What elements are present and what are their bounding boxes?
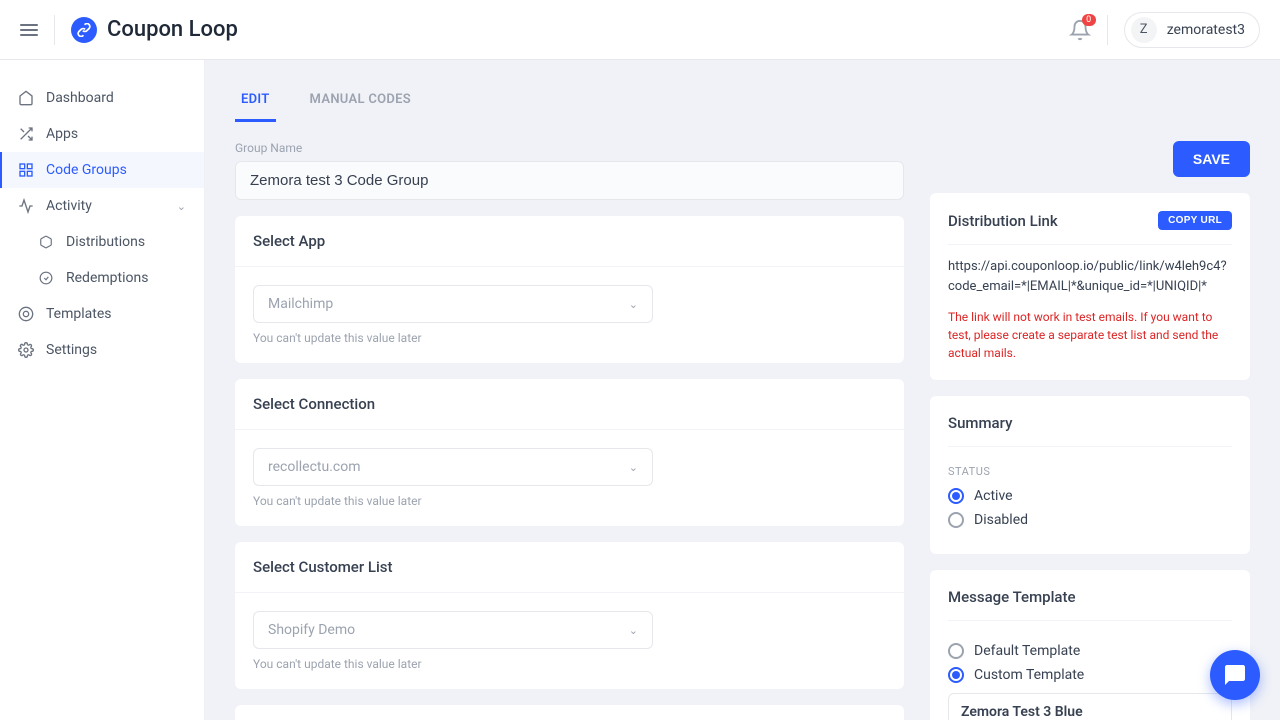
template-custom-option[interactable]: Custom Template — [948, 667, 1232, 683]
notification-badge: 0 — [1082, 14, 1096, 26]
card-title: Distribution Link — [948, 212, 1058, 230]
chat-widget-button[interactable] — [1210, 650, 1260, 700]
tab-edit[interactable]: EDIT — [235, 80, 276, 122]
summary-card: Summary STATUS Active Disabled — [930, 396, 1250, 554]
radio-icon — [948, 643, 964, 659]
selected-template-box[interactable]: Zemora Test 3 Blue — [948, 693, 1232, 720]
app-logo[interactable]: Coupon Loop — [71, 17, 238, 43]
radio-label: Custom Template — [974, 667, 1084, 683]
status-heading: STATUS — [948, 465, 1232, 478]
username: zemoratest3 — [1167, 22, 1245, 38]
sidebar-item-label: Activity — [46, 198, 92, 214]
copy-url-button[interactable]: COPY URL — [1158, 211, 1232, 230]
sidebar-item-label: Redemptions — [66, 270, 148, 286]
radio-label: Default Template — [974, 643, 1080, 659]
menu-toggle-button[interactable] — [20, 24, 38, 36]
grid-icon — [18, 162, 34, 178]
helper-text: You can't update this value later — [253, 331, 886, 345]
notifications-button[interactable]: 0 — [1069, 19, 1091, 41]
chevron-down-icon: ⌄ — [629, 298, 638, 311]
select-value: Shopify Demo — [268, 622, 355, 638]
helper-text: You can't update this value later — [253, 657, 886, 671]
select-app-card: Select App Mailchimp ⌄ You can't update … — [235, 216, 904, 363]
chevron-down-icon: ⌄ — [629, 624, 638, 637]
select-value: Mailchimp — [268, 296, 333, 312]
radio-icon — [948, 667, 964, 683]
logo-icon — [71, 17, 97, 43]
sidebar: Dashboard Apps Code Groups Activity ⌄ Di… — [0, 60, 205, 720]
header-right: 0 Z zemoratest3 — [1069, 12, 1260, 48]
template-icon — [18, 306, 34, 322]
radio-label: Active — [974, 488, 1013, 504]
card-title: Message Template — [948, 588, 1232, 606]
sidebar-item-label: Settings — [46, 342, 97, 358]
chevron-down-icon: ⌄ — [177, 200, 186, 213]
sidebar-item-label: Code Groups — [46, 162, 127, 178]
card-title: Discount Type — [235, 705, 904, 720]
radio-label: Disabled — [974, 512, 1028, 528]
sidebar-item-redemptions[interactable]: Redemptions — [0, 260, 204, 296]
user-menu[interactable]: Z zemoratest3 — [1124, 12, 1260, 48]
status-active-option[interactable]: Active — [948, 488, 1232, 504]
select-customer-card: Select Customer List Shopify Demo ⌄ You … — [235, 542, 904, 689]
distribution-link-card: Distribution Link COPY URL https://api.c… — [930, 193, 1250, 380]
tab-manual-codes[interactable]: MANUAL CODES — [304, 80, 418, 122]
card-title: Select Customer List — [235, 542, 904, 592]
sidebar-item-apps[interactable]: Apps — [0, 116, 204, 152]
sidebar-item-templates[interactable]: Templates — [0, 296, 204, 332]
card-title: Select App — [235, 216, 904, 266]
sidebar-item-label: Templates — [46, 306, 112, 322]
sidebar-item-code-groups[interactable]: Code Groups — [0, 152, 204, 188]
connection-select[interactable]: recollectu.com ⌄ — [253, 448, 653, 486]
card-title: Summary — [948, 414, 1232, 432]
chevron-down-icon: ⌄ — [629, 461, 638, 474]
radio-icon — [948, 488, 964, 504]
helper-text: You can't update this value later — [253, 494, 886, 508]
group-name-label: Group Name — [235, 141, 904, 155]
distribution-link-text: https://api.couponloop.io/public/link/w4… — [948, 244, 1232, 296]
main-content: EDIT MANUAL CODES Group Name Select App … — [205, 60, 1280, 720]
distribution-warning: The link will not work in test emails. I… — [948, 308, 1232, 362]
sidebar-item-label: Apps — [46, 126, 78, 142]
radio-icon — [948, 512, 964, 528]
check-circle-icon — [38, 271, 54, 285]
sidebar-item-activity[interactable]: Activity ⌄ — [0, 188, 204, 224]
sidebar-item-dashboard[interactable]: Dashboard — [0, 80, 204, 116]
group-name-input[interactable] — [235, 161, 904, 200]
divider — [1107, 15, 1108, 45]
app-name: Coupon Loop — [107, 17, 238, 42]
template-default-option[interactable]: Default Template — [948, 643, 1232, 659]
status-disabled-option[interactable]: Disabled — [948, 512, 1232, 528]
message-template-card: Message Template Default Template Custom… — [930, 570, 1250, 720]
discount-type-card: Discount Type Amount off order — [235, 705, 904, 720]
app-select[interactable]: Mailchimp ⌄ — [253, 285, 653, 323]
select-value: recollectu.com — [268, 459, 361, 475]
sidebar-item-label: Distributions — [66, 234, 145, 250]
save-button[interactable]: SAVE — [1173, 141, 1250, 177]
sidebar-item-distributions[interactable]: Distributions — [0, 224, 204, 260]
template-name: Zemora Test 3 Blue — [961, 704, 1219, 720]
header-left: Coupon Loop — [20, 15, 238, 45]
tabs: EDIT MANUAL CODES — [235, 80, 1250, 123]
card-title: Select Connection — [235, 379, 904, 429]
sidebar-item-label: Dashboard — [46, 90, 114, 106]
avatar: Z — [1131, 17, 1157, 43]
chat-icon — [1223, 663, 1247, 687]
package-icon — [38, 235, 54, 249]
sidebar-item-settings[interactable]: Settings — [0, 332, 204, 368]
divider — [54, 15, 55, 45]
gear-icon — [18, 342, 34, 358]
apps-icon — [18, 126, 34, 142]
customer-list-select[interactable]: Shopify Demo ⌄ — [253, 611, 653, 649]
activity-icon — [18, 198, 34, 214]
app-header: Coupon Loop 0 Z zemoratest3 — [0, 0, 1280, 60]
select-connection-card: Select Connection recollectu.com ⌄ You c… — [235, 379, 904, 526]
home-icon — [18, 90, 34, 106]
